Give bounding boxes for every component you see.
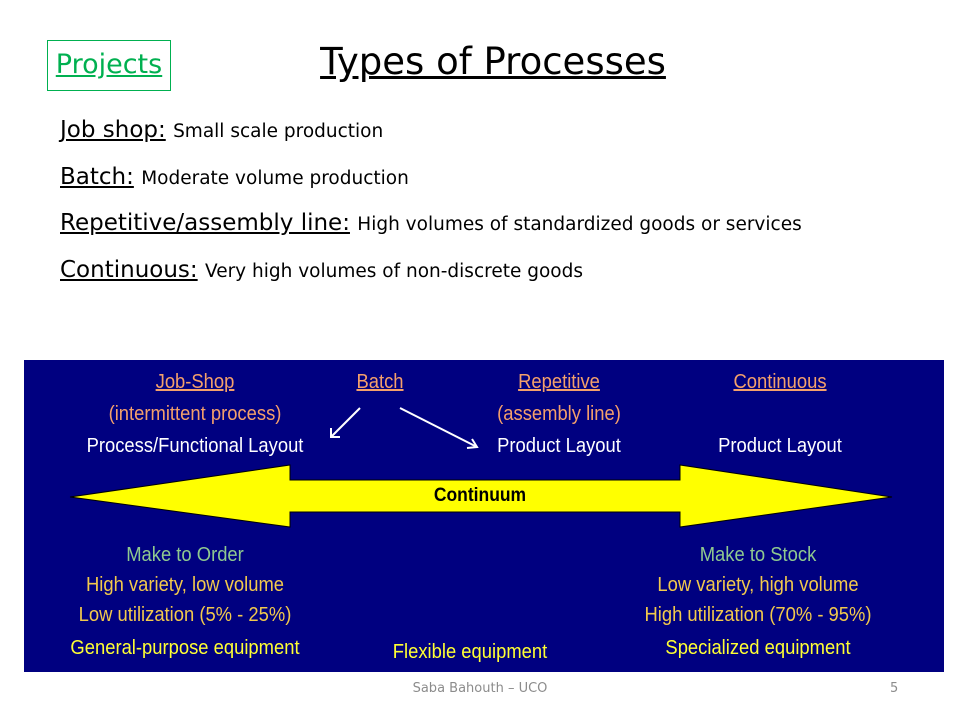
left-utilization-text: Low utilization (5% - 25%) bbox=[78, 604, 292, 626]
definition-term: Job shop: bbox=[60, 117, 166, 143]
definition-continuous: Continuous: Very high volumes of non-dis… bbox=[60, 255, 583, 287]
right-variety-text: Low variety, high volume bbox=[657, 574, 859, 596]
batch-label: Batch bbox=[356, 371, 404, 393]
flexible-equipment: Flexible equipment bbox=[392, 641, 548, 663]
make-to-order-heading: Make to Order bbox=[126, 544, 244, 566]
job-shop-layout: Process/Functional Layout bbox=[86, 435, 304, 457]
definition-description: Small scale production bbox=[173, 121, 384, 142]
batch-to-process-arrow bbox=[330, 407, 361, 438]
specialized-equipment: Specialized equipment bbox=[665, 637, 851, 659]
left-variety-text: High variety, low volume bbox=[85, 574, 285, 596]
definition-term: Continuous: bbox=[60, 257, 198, 283]
batch-to-product-arrow bbox=[399, 407, 479, 449]
job-shop-label: Job-Shop bbox=[155, 371, 235, 393]
definition-batch: Batch: Moderate volume production bbox=[60, 162, 409, 194]
repetitive-layout: Product Layout bbox=[497, 435, 621, 457]
definition-description: Moderate volume production bbox=[141, 168, 409, 189]
definition-term: Repetitive/assembly line: bbox=[60, 210, 350, 236]
definition-description: Very high volumes of non-discrete goods bbox=[204, 261, 583, 282]
general-purpose-equipment: General-purpose equipment bbox=[70, 637, 300, 659]
continuous-label: Continuous bbox=[733, 371, 827, 393]
continuous-layout: Product Layout bbox=[718, 435, 842, 457]
slide-title: Types of Processes bbox=[320, 40, 666, 83]
repetitive-subtitle: (assembly line) bbox=[497, 403, 621, 425]
definition-job-shop: Job shop: Small scale production bbox=[60, 115, 383, 147]
footer-author: Saba Bahouth – UCO bbox=[412, 681, 548, 696]
job-shop-subtitle: (intermittent process) bbox=[108, 403, 282, 425]
process-continuum-diagram: Job-Shop (intermittent process) Process/… bbox=[24, 360, 944, 672]
continuum-label: Continuum bbox=[433, 485, 527, 506]
definition-repetitive: Repetitive/assembly line: High volumes o… bbox=[60, 208, 802, 240]
make-to-stock-heading: Make to Stock bbox=[699, 544, 817, 566]
repetitive-label: Repetitive bbox=[518, 371, 600, 393]
definition-description: High volumes of standardized goods or se… bbox=[357, 214, 802, 235]
page-number: 5 bbox=[890, 681, 899, 696]
definition-term: Batch: bbox=[60, 164, 134, 190]
right-utilization-text: High utilization (70% - 95%) bbox=[644, 604, 872, 626]
